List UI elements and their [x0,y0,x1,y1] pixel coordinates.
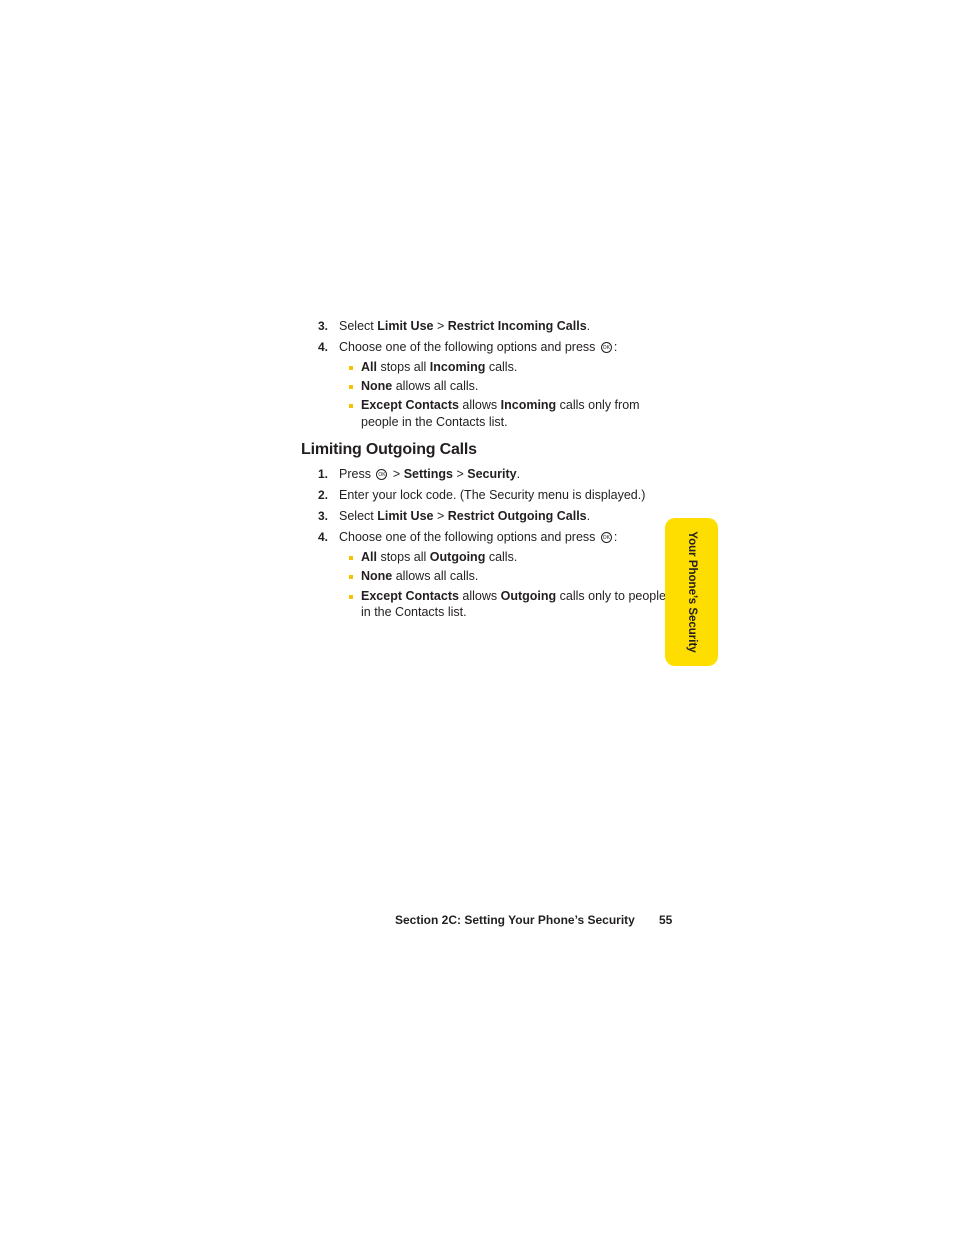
ok-button-icon: OK [600,532,612,544]
step-text: Choose one of the following options and … [339,340,618,354]
footer-section-title: Section 2C: Setting Your Phone’s Securit… [395,913,635,927]
option-text: None allows all calls. [361,379,479,393]
step-text: Press OK > Settings > Security. [339,467,521,481]
bullet-icon [349,595,353,599]
bullet-icon [349,556,353,560]
side-tab-label: Your Phone’s Security [685,531,698,653]
bullet-icon [349,366,353,370]
step-number: 2. [318,488,329,502]
step-number: 3. [318,509,329,523]
option-text: None allows all calls. [361,569,479,583]
step-text: Select Limit Use > Restrict Incoming Cal… [339,319,591,333]
step-number: 1. [318,467,329,481]
section-side-tab: Your Phone’s Security [665,518,718,666]
step-number: 4. [318,340,329,354]
step-text: Enter your lock code. (The Security menu… [339,488,646,502]
option-text: All stops all Incoming calls. [361,360,518,374]
step-text: Select Limit Use > Restrict Outgoing Cal… [339,509,591,523]
section-heading: Limiting Outgoing Calls [301,441,477,458]
step-number: 3. [318,319,329,333]
option-text: All stops all Outgoing calls. [361,550,518,564]
bullet-icon [349,385,353,389]
ok-button-icon: OK [600,342,612,354]
bullet-icon [349,404,353,408]
option-text-continued: people in the Contacts list. [361,415,508,429]
option-text: Except Contacts allows Incoming calls on… [361,398,640,412]
option-text-continued: in the Contacts list. [361,605,467,619]
ok-button-icon: OK [376,469,388,481]
manual-page: 3. Select Limit Use > Restrict Incoming … [0,0,954,1235]
step-number: 4. [318,530,329,544]
step-text: Choose one of the following options and … [339,530,618,544]
bullet-icon [349,575,353,579]
page-number: 55 [659,913,673,927]
option-text: Except Contacts allows Outgoing calls on… [361,589,666,603]
